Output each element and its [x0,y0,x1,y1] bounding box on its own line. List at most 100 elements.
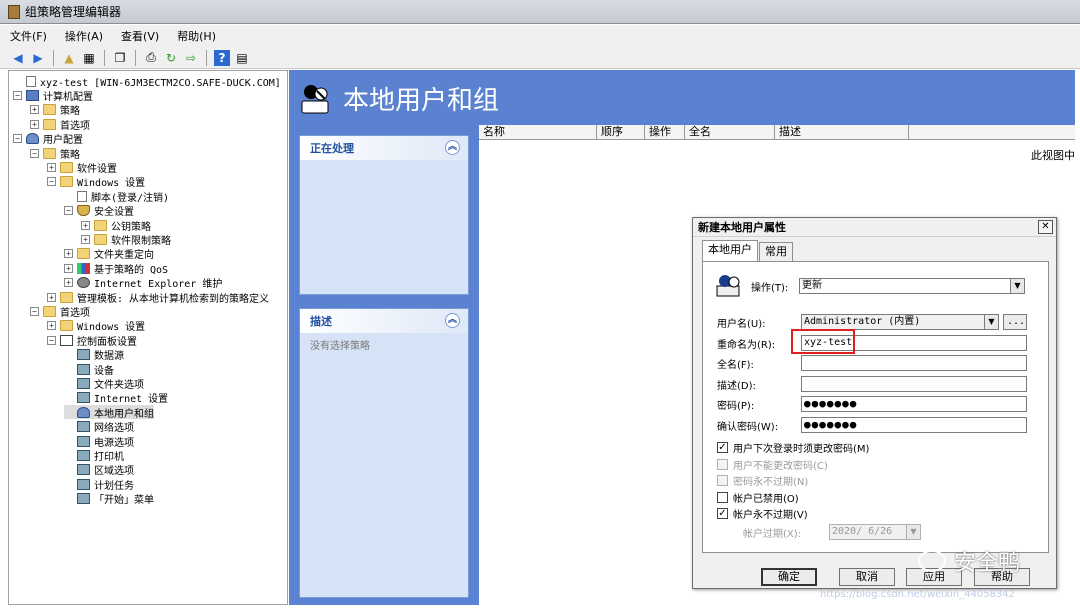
tree-node[interactable]: xyz-test [WIN-6JM3ECTM2CO.SAFE-DUCK.COM]… [13,74,287,89]
tree-node[interactable]: + 策略 [30,103,80,117]
checkbox-empty-icon[interactable] [717,475,728,486]
checkbox-checked-icon[interactable]: ✓ [717,442,728,453]
username-value[interactable]: Administrator (内置) [801,314,985,330]
expand-icon[interactable]: + [47,162,56,172]
tree-node[interactable]: 脚本(登录/注销) [64,189,169,204]
option-checkbox[interactable]: ✓ 帐户永不过期(V) [717,506,808,521]
tree-node[interactable]: − 计算机配置 [13,88,93,103]
expand-icon[interactable]: + [47,321,56,331]
menu-help[interactable]: 帮助(H) [177,28,216,44]
tree-node[interactable]: 电源选项 [64,434,134,449]
password-input[interactable]: ●●●●●●● [801,396,1027,412]
option-checkbox[interactable]: 用户不能更改密码(C) [717,457,828,472]
collapse-icon[interactable]: − [47,335,56,345]
ok-button[interactable]: 确定 [761,568,817,586]
tree-node[interactable]: + 文件夹重定向 [64,247,154,261]
expand-icon[interactable]: + [64,249,73,259]
refresh-icon[interactable]: ↻ [163,50,179,66]
back-icon[interactable]: ◀ [10,50,26,66]
tree-node[interactable]: 设备 [64,362,114,377]
copy-icon[interactable]: ❐ [112,50,128,66]
expand-icon[interactable]: + [47,292,56,302]
tree-node[interactable]: − 策略 [30,146,80,161]
expand-icon[interactable]: + [64,263,73,273]
expire-date-value[interactable]: 2020/ 6/26 [829,524,907,540]
tab-common[interactable]: 常用 [759,242,793,261]
tree-node[interactable]: + 软件设置 [47,160,117,175]
tree-node[interactable]: 计划任务 [64,477,134,492]
checkbox-checked-icon[interactable]: ✓ [717,508,728,519]
properties-icon[interactable]: ▤ [234,50,250,66]
expand-icon[interactable]: + [30,105,39,115]
tree-node[interactable]: − 首选项 [30,304,90,319]
tree-node[interactable]: 本地用户和组 [64,405,154,420]
expand-icon[interactable]: + [64,278,73,288]
confirm-password-label: 确认密码(W): [717,421,779,433]
show-hide-tree-icon[interactable]: ▦ [81,50,97,66]
menu-file[interactable]: 文件(F) [10,28,47,44]
collapse-icon[interactable]: − [64,206,73,216]
cancel-button[interactable]: 取消 [839,568,895,586]
browse-button[interactable]: ... [1003,314,1027,330]
tree-node[interactable]: 「开始」菜单 [64,492,154,506]
chevron-down-icon[interactable]: ▼ [907,524,921,540]
menu-action[interactable]: 操作(A) [65,28,103,44]
console-tree: xyz-test [WIN-6JM3ECTM2CO.SAFE-DUCK.COM]… [8,70,288,605]
column-name[interactable]: 名称 [479,125,597,140]
tree-node[interactable]: + 软件限制策略 [81,232,171,247]
column-order[interactable]: 顺序 [597,125,645,140]
menu-view[interactable]: 查看(V) [121,28,159,44]
collapse-icon[interactable]: − [13,134,22,144]
collapse-icon[interactable]: − [30,306,39,316]
collapse-icon[interactable]: − [13,90,22,100]
tree-node[interactable]: 网络选项 [64,420,134,434]
option-checkbox[interactable]: 帐户已禁用(O) [717,490,799,505]
collapse-chevron-icon[interactable]: ︽ [445,140,460,155]
collapse-icon[interactable]: − [30,148,39,158]
column-action[interactable]: 操作 [645,125,685,140]
tree-node[interactable]: − 安全设置 [64,204,134,218]
tree-node[interactable]: 文件夹选项 [64,376,144,391]
tree-node[interactable]: 数据源 [64,348,124,362]
action-select[interactable]: 更新 ▼ [799,278,1025,294]
forward-icon[interactable]: ▶ [30,50,46,66]
collapse-icon[interactable]: − [47,177,56,187]
expire-date-picker[interactable]: 2020/ 6/26 ▼ [829,524,921,540]
bar-icon [77,262,90,274]
chevron-down-icon[interactable]: ▼ [1011,278,1025,294]
tree-node[interactable]: + 管理模板: 从本地计算机检索到的策略定义 [47,290,269,305]
tree-node[interactable]: + 公钥策略 [81,218,151,233]
option-checkbox[interactable]: ✓ 用户下次登录时须更改密码(M) [717,440,869,455]
print-icon[interactable]: ⎙ [143,50,159,66]
fullname-input[interactable] [801,355,1027,371]
option-checkbox[interactable]: 密码永不过期(N) [717,473,808,488]
confirm-password-input[interactable]: ●●●●●●● [801,417,1027,433]
close-icon[interactable]: ✕ [1038,220,1053,234]
tree-node[interactable]: 区域选项 [64,463,134,477]
expand-icon[interactable]: + [81,220,90,230]
tree-node[interactable]: + 基于策略的 QoS [64,261,168,276]
tree-node[interactable]: Internet 设置 [64,391,168,405]
checkbox-empty-icon[interactable] [717,458,728,470]
checkbox-empty-icon[interactable] [717,491,728,503]
column-fullname[interactable]: 全名 [685,125,775,140]
username-select[interactable]: Administrator (内置) ▼ [801,314,999,330]
description-input[interactable] [801,376,1027,392]
collapse-chevron-icon[interactable]: ︽ [445,313,460,328]
tree-node[interactable]: − Windows 设置 [47,175,145,189]
chevron-down-icon[interactable]: ▼ [985,314,999,330]
tree-node[interactable]: + 首选项 [30,117,90,132]
expand-icon[interactable]: + [30,119,39,129]
tree-node[interactable]: + Internet Explorer 维护 [64,276,222,290]
tree-node[interactable]: + Windows 设置 [47,319,145,333]
help-icon[interactable]: ? [214,49,230,66]
column-description[interactable]: 描述 [775,125,909,140]
tree-node[interactable]: − 用户配置 [13,132,83,146]
export-icon[interactable]: ⇨ [183,50,199,66]
action-value[interactable]: 更新 [799,278,1011,294]
expand-icon[interactable]: + [81,234,90,244]
tree-node[interactable]: 打印机 [64,448,124,463]
tree-node[interactable]: − 控制面板设置 [47,333,137,348]
tab-local-user[interactable]: 本地用户 [702,240,758,261]
up-folder-icon[interactable]: ▲ [61,50,77,66]
